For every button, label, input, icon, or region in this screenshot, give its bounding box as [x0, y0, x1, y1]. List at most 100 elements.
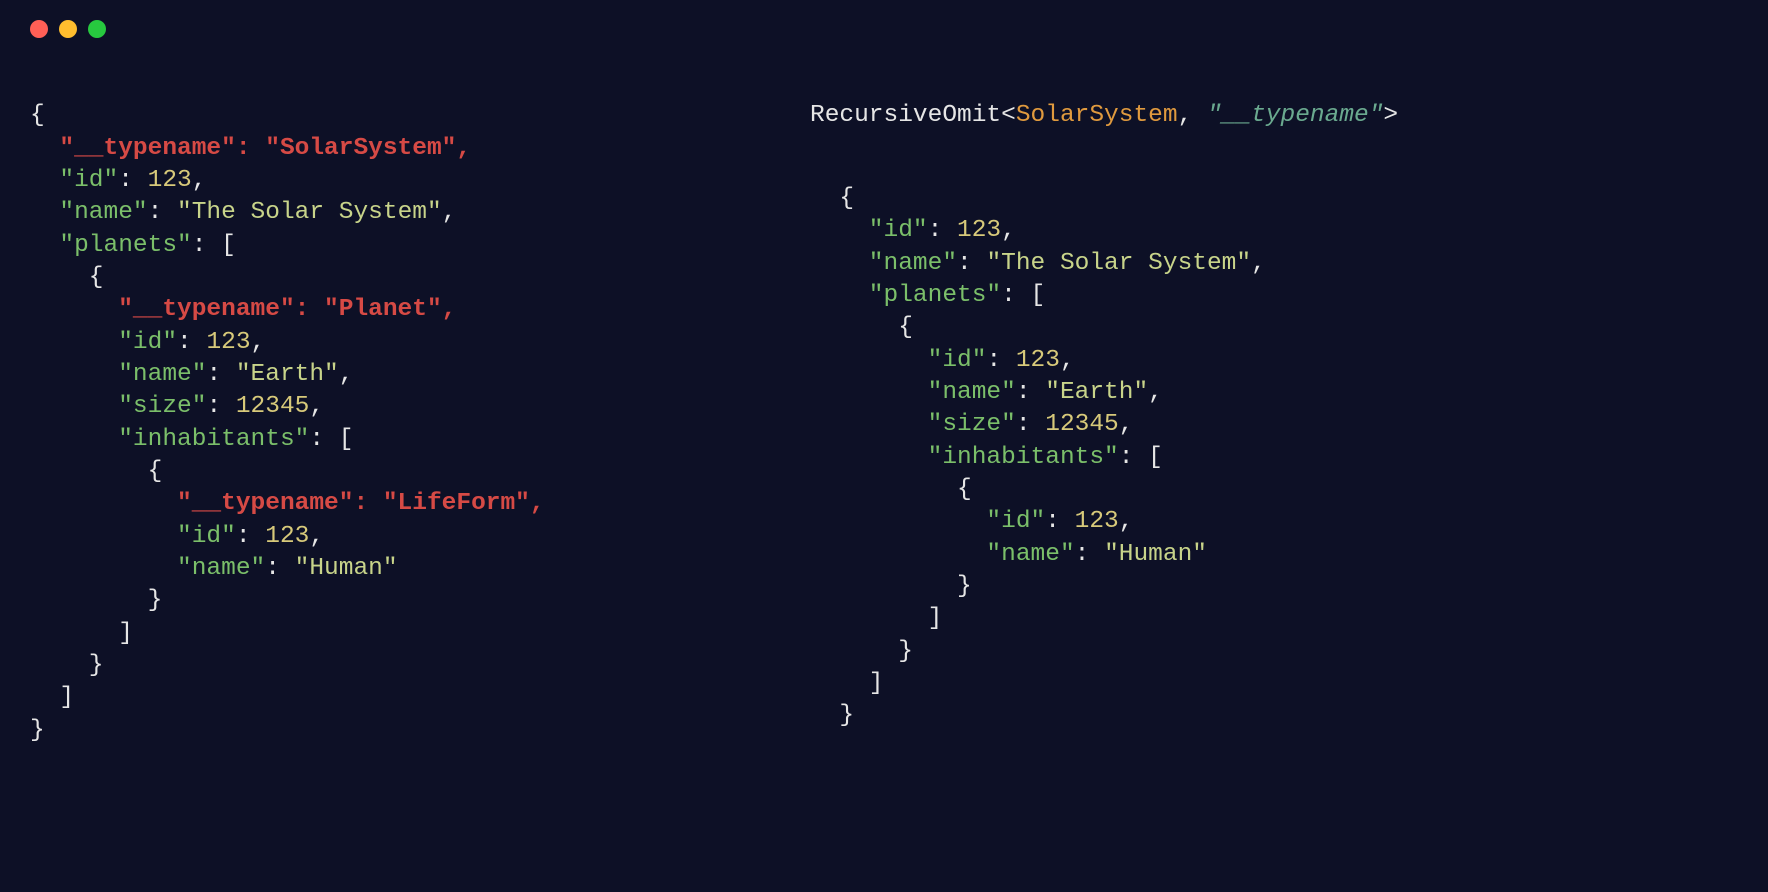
json-key: "planets"	[30, 232, 192, 259]
type-arg: SolarSystem	[1016, 102, 1178, 129]
omitted-line: "__typename": "LifeForm",	[30, 490, 545, 517]
bracket-open: : [	[1119, 444, 1163, 471]
json-key: "id"	[30, 329, 177, 356]
code-line: "size": 12345,	[30, 393, 324, 420]
comma: ,	[1119, 508, 1134, 535]
type-fn: RecursiveOmit	[810, 102, 1001, 129]
colon: :	[177, 329, 206, 356]
json-key: "name"	[30, 361, 206, 388]
json-number: 123	[957, 217, 1001, 244]
json-key: "size"	[30, 393, 206, 420]
json-number: 123	[1075, 508, 1119, 535]
comma: ,	[1178, 102, 1207, 129]
code-line: "planets": [	[810, 282, 1045, 309]
json-key: "name"	[810, 250, 957, 277]
type-key-arg: "__typename"	[1207, 102, 1383, 129]
colon: :	[118, 167, 147, 194]
bracket-close: ]	[810, 605, 942, 632]
brace: {	[30, 458, 162, 485]
json-string: "Earth"	[236, 361, 339, 388]
json-string: "The Solar System"	[177, 199, 442, 226]
json-string: "Human"	[295, 555, 398, 582]
json-number: 12345	[236, 393, 310, 420]
json-number: 123	[148, 167, 192, 194]
comma: ,	[1148, 379, 1163, 406]
code-line: "size": 12345,	[810, 411, 1133, 438]
json-number: 123	[265, 523, 309, 550]
code-panes: { "__typename": "SolarSystem", "id": 123…	[30, 68, 1738, 779]
angle-close: >	[1383, 102, 1398, 129]
omitted-line: "__typename": "Planet",	[30, 296, 456, 323]
code-line: "id": 123,	[30, 329, 265, 356]
comma: ,	[251, 329, 266, 356]
code-line: "name": "The Solar System",	[30, 199, 456, 226]
brace: }	[30, 717, 45, 744]
code-line: "id": 123,	[30, 167, 206, 194]
json-key: "id"	[810, 347, 986, 374]
brace: }	[30, 652, 104, 679]
json-key: "size"	[810, 411, 1016, 438]
code-line: "name": "Human"	[30, 555, 398, 582]
colon: :	[236, 523, 265, 550]
json-key: "id"	[30, 167, 118, 194]
colon: :	[206, 361, 235, 388]
json-key: "name"	[30, 199, 148, 226]
comma: ,	[1251, 250, 1266, 277]
bracket-close: ]	[30, 620, 133, 647]
bracket-close: ]	[810, 670, 884, 697]
json-key: "planets"	[810, 282, 1001, 309]
brace: {	[810, 476, 972, 503]
comma: ,	[1001, 217, 1016, 244]
code-line: "inhabitants": [	[810, 444, 1163, 471]
close-icon[interactable]	[30, 20, 48, 38]
maximize-icon[interactable]	[88, 20, 106, 38]
json-string: "Earth"	[1045, 379, 1148, 406]
json-number: 12345	[1045, 411, 1119, 438]
omitted-line: "__typename": "SolarSystem",	[30, 135, 471, 162]
brace: }	[810, 573, 972, 600]
angle-open: <	[1001, 102, 1016, 129]
brace: {	[30, 102, 45, 129]
code-line: "id": 123,	[30, 523, 324, 550]
comma: ,	[1119, 411, 1134, 438]
colon: :	[986, 347, 1015, 374]
json-string: "The Solar System"	[986, 250, 1251, 277]
brace: }	[810, 638, 913, 665]
code-line: "name": "Earth",	[810, 379, 1163, 406]
code-line: "id": 123,	[810, 347, 1075, 374]
colon: :	[1045, 508, 1074, 535]
comma: ,	[192, 167, 207, 194]
json-string: "Human"	[1104, 541, 1207, 568]
bracket-open: : [	[192, 232, 236, 259]
type-expression: RecursiveOmit<SolarSystem, "__typename">	[810, 100, 1738, 132]
bracket-open: : [	[309, 426, 353, 453]
code-line: "id": 123,	[810, 508, 1133, 535]
brace: {	[810, 185, 854, 212]
json-key: "id"	[810, 508, 1045, 535]
minimize-icon[interactable]	[59, 20, 77, 38]
comma: ,	[309, 523, 324, 550]
json-key: "id"	[30, 523, 236, 550]
colon: :	[265, 555, 294, 582]
colon: :	[148, 199, 177, 226]
brace: {	[810, 314, 913, 341]
colon: :	[1016, 379, 1045, 406]
brace: {	[30, 264, 104, 291]
json-key: "inhabitants"	[810, 444, 1119, 471]
colon: :	[1016, 411, 1045, 438]
colon: :	[957, 250, 986, 277]
window-titlebar	[30, 20, 1738, 38]
json-key: "id"	[810, 217, 928, 244]
colon: :	[928, 217, 957, 244]
comma: ,	[339, 361, 354, 388]
result-pane: RecursiveOmit<SolarSystem, "__typename">…	[810, 68, 1738, 779]
code-line: "name": "Earth",	[30, 361, 353, 388]
json-number: 123	[1016, 347, 1060, 374]
json-key: "name"	[30, 555, 265, 582]
colon: :	[1075, 541, 1104, 568]
code-line: "planets": [	[30, 232, 236, 259]
code-line: "inhabitants": [	[30, 426, 353, 453]
comma: ,	[309, 393, 324, 420]
code-line: "name": "Human"	[810, 541, 1207, 568]
comma: ,	[442, 199, 457, 226]
